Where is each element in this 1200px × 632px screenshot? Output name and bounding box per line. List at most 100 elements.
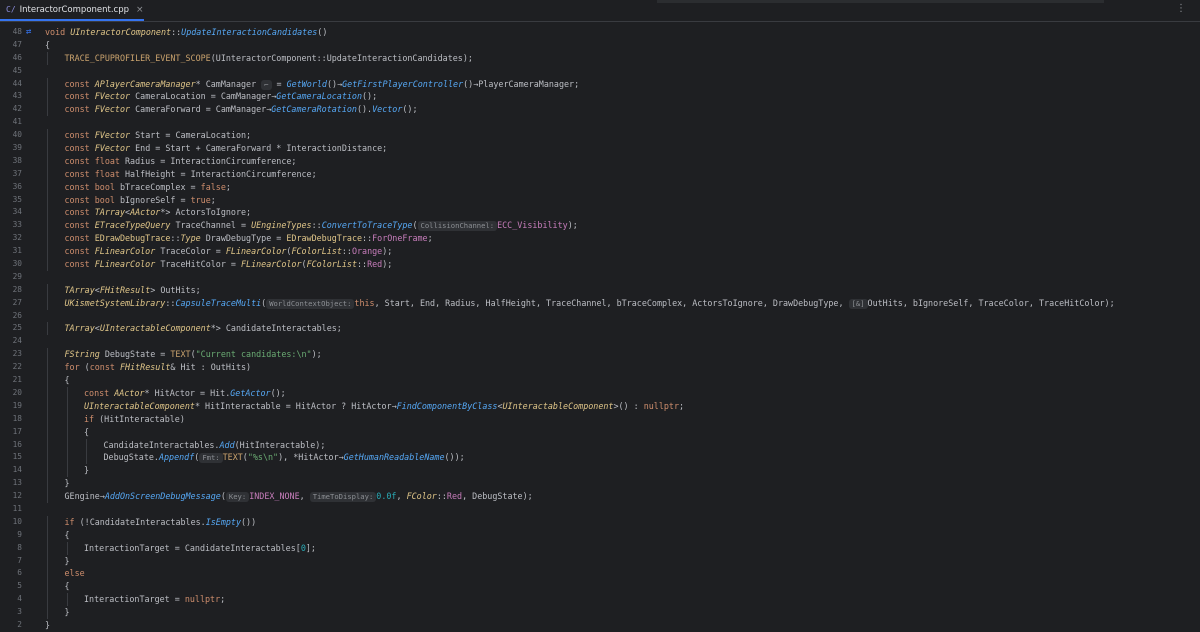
code-line[interactable]: 36 const bool bTraceComplex = false;	[0, 180, 1200, 194]
code-token: (	[412, 220, 418, 231]
indent-guide	[47, 77, 48, 91]
code-line[interactable]: 40 const FVector Start = CameraLocation;	[0, 129, 1200, 143]
code-line[interactable]: 22 for (const FHitResult& Hit : OutHits)	[0, 361, 1200, 375]
code-token: ::	[356, 259, 368, 270]
code-token: ::	[362, 233, 373, 244]
close-icon[interactable]: ×	[136, 5, 144, 15]
code-line[interactable]: 45	[0, 65, 1200, 78]
indent-guide	[47, 451, 48, 465]
code-line[interactable]: 35 const bool bIgnoreSelf = true;	[0, 193, 1200, 207]
code-line[interactable]: 30 const FLinearColor TraceHitColor = FLi…	[0, 258, 1200, 271]
line-number: 14	[12, 465, 22, 475]
code-line[interactable]: 27 UKismetSystemLibrary::CapsuleTraceMult…	[0, 296, 1200, 310]
code-text: const TArray<AActor*> ActorsToIgnore;	[65, 206, 252, 219]
code-token: * HitActor = Hit.	[144, 387, 231, 398]
code-line[interactable]: 5{	[0, 580, 1200, 594]
code-token: ())	[241, 516, 257, 527]
code-token: CandidateInteractables.	[103, 439, 220, 450]
indent-guide	[47, 593, 48, 607]
code-line[interactable]: 47 {	[0, 39, 1200, 52]
code-editor[interactable]: 48 ⇄ void UInteractorComponent::UpdateInte…	[0, 26, 1200, 632]
line-number: 16	[12, 439, 22, 449]
code-token: }	[64, 555, 70, 566]
indent-guide	[47, 374, 48, 387]
code-line[interactable]: 28 TArray<FHitResult> OutHits;	[0, 283, 1200, 297]
code-line[interactable]: 39 const FVector End = Start + CameraForw…	[0, 142, 1200, 155]
code-line[interactable]: 44 const APlayerCameraManager* CamManager…	[0, 77, 1200, 91]
code-token: nullptr	[184, 594, 221, 605]
code-line[interactable]: 4 InteractionTarget = nullptr;	[0, 593, 1200, 607]
code-line[interactable]: 29	[0, 271, 1200, 284]
code-token: FLinearColor	[241, 259, 302, 270]
indent-guide	[47, 296, 48, 310]
code-token: UInteractableComponent	[84, 400, 195, 411]
code-line[interactable]: 12 GEngine→AddOnScreenDebugMessage(Key: IN…	[0, 490, 1200, 503]
code-token: FColorList	[306, 259, 357, 270]
code-line[interactable]: 3}	[0, 606, 1200, 619]
indent-guide	[47, 580, 48, 594]
code-line[interactable]: 25 TArray<UInteractableComponent*> Candid…	[0, 322, 1200, 336]
indent-guide	[47, 386, 48, 400]
code-line[interactable]: 16 CandidateInteractables.Add(HitInteract…	[0, 438, 1200, 452]
code-line[interactable]: 20 const AActor* HitActor = Hit.GetActor(…	[0, 386, 1200, 400]
code-line[interactable]: 7}	[0, 554, 1200, 568]
code-line[interactable]: 48 ⇄ void UInteractorComponent::UpdateInte…	[0, 26, 1200, 39]
code-line[interactable]: 33 const ETraceTypeQuery TraceChannel = U…	[0, 219, 1200, 233]
code-line[interactable]: 10 if (!CandidateInteractables.IsEmpty())	[0, 515, 1200, 529]
code-token: const	[64, 233, 95, 244]
code-token: Type	[180, 233, 201, 244]
code-line[interactable]: 43 const FVector CameraLocation = CamMana…	[0, 90, 1200, 104]
code-token: Orange	[351, 246, 383, 257]
indent-guide	[47, 477, 48, 491]
code-token: "Current candidates:\n"	[195, 349, 312, 360]
code-line[interactable]: 46 TRACE_CPUPROFILER_EVENT_SCOPE(UInterac…	[0, 51, 1200, 65]
code-line[interactable]: 41	[0, 116, 1200, 129]
indent-guide	[66, 593, 68, 607]
override-marker-icon[interactable]: ⇄	[26, 26, 31, 39]
code-line[interactable]: 17 {	[0, 425, 1200, 439]
parameter-hint: TimeToDisplay:	[309, 492, 377, 503]
code-line[interactable]: 9{	[0, 528, 1200, 542]
code-token: ForOneFrame	[372, 233, 428, 244]
line-number: 13	[12, 478, 22, 488]
code-text: const AActor* HitActor = Hit.GetActor();	[84, 387, 286, 400]
code-line[interactable]: 23 FString DebugState = TEXT("Current can…	[0, 348, 1200, 362]
code-text: const FVector Start = CameraLocation;	[65, 129, 252, 142]
code-line[interactable]: 42 const FVector CameraForward = CamManag…	[0, 103, 1200, 117]
code-token: TraceColor =	[155, 246, 226, 257]
code-text: }	[45, 619, 50, 632]
code-line[interactable]: 14}	[0, 464, 1200, 478]
code-line[interactable]: 13}	[0, 477, 1200, 491]
code-text: {	[65, 529, 70, 542]
code-line[interactable]: 18 if (HitInteractable)	[0, 412, 1200, 426]
tab-interactor-component-cpp[interactable]: C/ InteractorComponent.cpp ×	[0, 0, 144, 21]
code-token: FVector	[94, 91, 131, 102]
code-token: DrawDebugType =	[200, 233, 287, 244]
code-token: , DebugState);	[462, 491, 533, 502]
indent-guide	[66, 438, 68, 452]
code-token: ConvertToTraceType	[321, 220, 413, 231]
code-line[interactable]: 38 const float Radius = InteractionCircum…	[0, 154, 1200, 168]
parameter-hint: ⌐	[261, 79, 272, 90]
line-number: 39	[12, 143, 22, 153]
code-line[interactable]: 31 const FLinearColor TraceColor = FLinea…	[0, 245, 1200, 259]
code-line[interactable]: 11	[0, 503, 1200, 516]
more-options-icon[interactable]: ⋮	[1176, 3, 1187, 14]
code-token: FColorList	[291, 246, 342, 257]
code-line[interactable]: 19 UInteractableComponent* HitInteractabl…	[0, 399, 1200, 413]
indent-guide	[47, 167, 48, 181]
code-line[interactable]: 8 InteractionTarget = CandidateInteractab…	[0, 541, 1200, 555]
code-line[interactable]: 37 const float HalfHeight = InteractionCi…	[0, 167, 1200, 181]
code-line[interactable]: 26	[0, 310, 1200, 323]
code-line[interactable]: 32 const EDrawDebugTrace::Type DrawDebugT…	[0, 232, 1200, 246]
code-line[interactable]: 34 const TArray<AActor*> ActorsToIgnore;	[0, 206, 1200, 220]
code-line[interactable]: 2}	[0, 619, 1200, 632]
code-text: {	[45, 39, 50, 52]
code-line[interactable]: 24	[0, 335, 1200, 348]
code-line[interactable]: 6 else	[0, 567, 1200, 581]
code-line[interactable]: 15 DebugState.Appendf(Fmt: TEXT("%s\n"), *…	[0, 451, 1200, 465]
code-token: const	[89, 362, 120, 373]
code-line[interactable]: 21 {	[0, 374, 1200, 387]
indent-guide	[66, 412, 68, 426]
code-token: ;	[220, 594, 226, 605]
